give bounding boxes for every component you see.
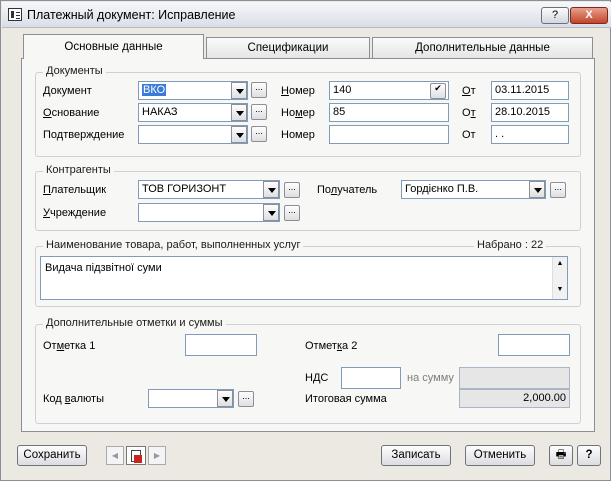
total-field: 2,000.00	[459, 389, 570, 408]
date-field-2[interactable]: 28.10.2015	[491, 103, 569, 122]
payer-field[interactable]: ТОВ ГОРИЗОНТ	[138, 180, 280, 199]
payer-lookup-button[interactable]: ...	[284, 182, 300, 198]
counterparties-legend: Контрагенты	[43, 164, 114, 176]
date-from-label-2: От	[462, 107, 476, 119]
confirmation-dropdown[interactable]	[231, 126, 247, 143]
goods-textarea[interactable]: Видача підзвітної суми	[40, 256, 568, 300]
cancel-button[interactable]: Отменить	[465, 445, 535, 466]
recipient-lookup-button[interactable]: ...	[550, 182, 566, 198]
title-bar: Платежный документ: Исправление ? X	[2, 2, 611, 28]
institution-label: Учреждение	[43, 207, 107, 219]
delete-mark-icon	[134, 455, 142, 463]
confirmation-label: Подтверждение	[43, 129, 125, 141]
on-sum-label: на сумму	[407, 372, 454, 384]
print-button[interactable]: 🖶	[549, 445, 573, 466]
basis-label: Основание	[43, 107, 100, 119]
date-field-1[interactable]: 03.11.2015	[491, 81, 569, 100]
goods-scrollbar[interactable]: ▲ ▼	[552, 257, 567, 299]
number-confirm-button[interactable]: ✔	[430, 83, 446, 99]
write-button[interactable]: Записать	[381, 445, 451, 466]
confirmation-lookup-button[interactable]: ...	[251, 126, 267, 142]
vat-field[interactable]	[341, 367, 401, 389]
number-label-2: Номер	[281, 107, 315, 119]
currency-lookup-button[interactable]: ...	[238, 391, 254, 407]
tab-main-data[interactable]: Основные данные	[23, 34, 204, 59]
window: Платежный документ: Исправление ? X Осно…	[0, 0, 611, 481]
vat-label: НДС	[305, 372, 329, 384]
next-record-button[interactable]: ▶	[148, 446, 166, 465]
prev-record-button[interactable]: ◀	[106, 446, 124, 465]
window-icon	[8, 8, 22, 21]
recipient-field[interactable]: Гордієнко П.В.	[401, 180, 546, 199]
payer-label: Плательщик	[43, 184, 107, 196]
number-field-2[interactable]: 85	[329, 103, 449, 122]
number-label-3: Номер	[281, 129, 315, 141]
tab-additional-data[interactable]: Дополнительные данные	[372, 37, 593, 58]
number-label-1: Номер	[281, 85, 315, 97]
date-field-3[interactable]: . .	[491, 125, 569, 144]
basis-dropdown[interactable]	[231, 104, 247, 121]
mark2-label: Отметка 2	[305, 340, 358, 352]
basis-lookup-button[interactable]: ...	[251, 104, 267, 120]
document-lookup-button[interactable]: ...	[251, 82, 267, 98]
institution-field[interactable]	[138, 203, 280, 222]
date-from-label-1: От	[462, 85, 476, 97]
mark1-label: Отметка 1	[43, 340, 96, 352]
help-button[interactable]: ?	[577, 445, 601, 466]
document-label: Документ	[43, 85, 92, 97]
number-field-3[interactable]	[329, 125, 449, 144]
goods-legend: Наименование товара, работ, выполненных …	[43, 239, 304, 251]
close-button[interactable]: X	[570, 7, 608, 24]
currency-dropdown[interactable]	[217, 390, 233, 407]
extra-legend: Дополнительные отметки и суммы	[43, 317, 226, 329]
window-title: Платежный документ: Исправление	[27, 8, 236, 22]
vat-sum-field	[459, 367, 570, 389]
document-icon-button[interactable]	[126, 446, 146, 465]
title-help-button[interactable]: ?	[541, 7, 569, 24]
documents-legend: Документы	[43, 65, 106, 77]
save-button[interactable]: Сохранить	[17, 445, 87, 466]
printer-icon: 🖶	[555, 449, 567, 461]
mark1-field[interactable]	[185, 334, 257, 356]
tab-specifications[interactable]: Спецификации	[206, 37, 370, 58]
institution-dropdown[interactable]	[263, 204, 279, 221]
date-from-label-3: От	[462, 129, 476, 141]
mark2-field[interactable]	[498, 334, 570, 356]
currency-code-label: Код валюты	[43, 393, 104, 405]
total-label: Итоговая сумма	[305, 393, 387, 405]
recipient-label: Получатель	[317, 184, 378, 196]
recipient-dropdown[interactable]	[529, 181, 545, 198]
bottom-bar: Сохранить ◀ ▶ Записать Отменить 🖶 ?	[2, 441, 611, 481]
payer-dropdown[interactable]	[263, 181, 279, 198]
main-tab-panel: Документы Документ ВКО ... Основание НАК…	[21, 58, 595, 432]
typed-counter: Набрано : 22	[474, 239, 547, 251]
institution-lookup-button[interactable]: ...	[284, 205, 300, 221]
document-dropdown[interactable]	[231, 82, 247, 99]
